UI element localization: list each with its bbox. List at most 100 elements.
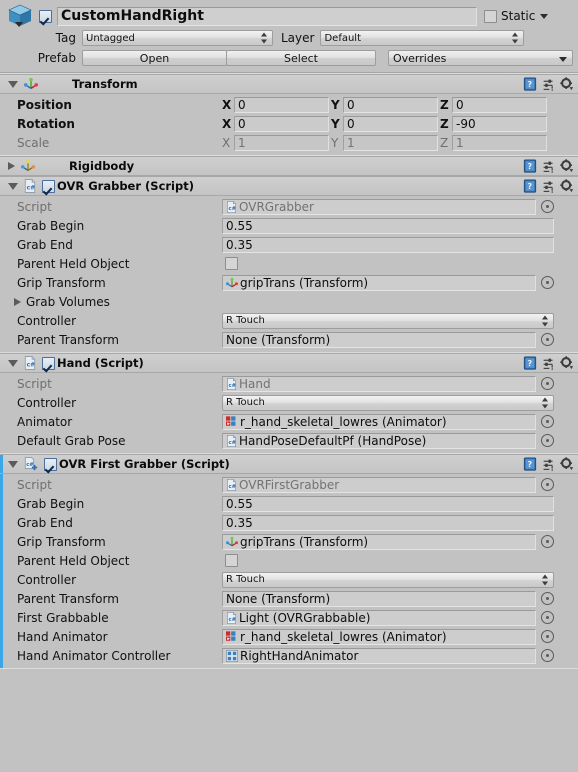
object-picker-button[interactable] [541, 434, 554, 447]
component-foldout-transform[interactable] [8, 80, 18, 88]
dropdown-controller[interactable]: R Touch [222, 394, 554, 411]
object-picker-button[interactable] [541, 415, 554, 428]
component-foldout-rigidbody[interactable] [8, 162, 15, 170]
object-field-parent-transform[interactable]: None (Transform) [222, 590, 536, 607]
object-picker-button[interactable] [541, 592, 554, 605]
component-body-ovr-first-grabber: Script OVRFirstGrabber Grab Begin 0.55 Grab … [0, 474, 578, 668]
component-accent-bar-body [0, 474, 3, 668]
prefab-overrides-dropdown[interactable]: Overrides [388, 50, 573, 66]
object-field-script[interactable]: OVRGrabber [222, 198, 536, 215]
static-checkbox[interactable] [484, 9, 497, 23]
object-picker-button[interactable] [541, 478, 554, 491]
object-picker-button[interactable] [541, 200, 554, 213]
component-enabled-checkbox-ovr-grabber[interactable] [42, 179, 55, 193]
component-foldout-ovr-grabber[interactable] [8, 182, 18, 190]
script-icon [226, 479, 237, 491]
component-enabled-checkbox-hand[interactable] [42, 356, 55, 370]
component-foldout-hand[interactable] [8, 359, 18, 367]
component-enabled-checkbox-ovr-first-grabber[interactable] [44, 457, 57, 471]
text-input-grab-end[interactable]: 0.35 [222, 236, 554, 253]
property-label: Grab Volumes [26, 294, 110, 309]
component-header-rigidbody[interactable]: Rigidbody [0, 156, 578, 176]
preset-icon[interactable] [542, 357, 555, 370]
cube-icon[interactable] [7, 3, 33, 29]
property-label: Parent Transform [17, 332, 119, 347]
tag-dropdown[interactable]: Untagged [82, 30, 273, 46]
object-picker-button[interactable] [541, 649, 554, 662]
object-picker-button[interactable] [541, 535, 554, 548]
gear-icon[interactable] [560, 179, 574, 193]
object-field-script[interactable]: OVRFirstGrabber [222, 476, 536, 493]
gameobject-enabled-checkbox[interactable] [39, 9, 52, 23]
help-icon[interactable] [523, 457, 537, 471]
property-label-cell: Grab Begin [0, 497, 222, 511]
vector3-input-z[interactable]: 1 [452, 134, 547, 151]
component-header-transform[interactable]: Transform [0, 74, 578, 94]
object-field-value: HandPoseDefaultPf (HandPose) [239, 433, 427, 448]
component-foldout-ovr-first-grabber[interactable] [8, 460, 18, 468]
property-row-script: Script OVRFirstGrabber [0, 475, 578, 494]
object-field-animator[interactable]: r_hand_skeletal_lowres (Animator) [222, 413, 536, 430]
vector3-input-x[interactable]: 0 [234, 96, 329, 113]
help-icon[interactable] [523, 77, 537, 91]
object-picker-button[interactable] [541, 630, 554, 643]
object-field-script[interactable]: Hand [222, 375, 536, 392]
vector3-axis-x: X0 [222, 115, 331, 132]
component-title-ovr-first-grabber: OVR First Grabber (Script) [59, 457, 230, 471]
object-picker-button[interactable] [541, 276, 554, 289]
vector3-input-x[interactable]: 0 [234, 115, 329, 132]
layer-dropdown[interactable]: Default [320, 30, 525, 46]
preset-icon[interactable] [542, 78, 555, 91]
object-field-value: OVRGrabber [239, 199, 314, 214]
component-header-ovr-grabber[interactable]: OVR Grabber (Script) [0, 176, 578, 196]
property-label: Grab Begin [17, 496, 85, 511]
prefab-label: Prefab [37, 51, 76, 65]
gear-icon[interactable] [560, 77, 574, 91]
dropdown-controller[interactable]: R Touch [222, 312, 554, 329]
gear-icon[interactable] [560, 159, 574, 173]
object-picker-button[interactable] [541, 377, 554, 390]
field-value: 0.35 [226, 515, 253, 530]
dropdown-controller[interactable]: R Touch [222, 571, 554, 588]
vector3-input-x[interactable]: 1 [234, 134, 329, 151]
object-field-hand-animator[interactable]: r_hand_skeletal_lowres (Animator) [222, 628, 536, 645]
foldout-arrow[interactable] [14, 297, 21, 306]
object-field-hand-animator-controller[interactable]: RightHandAnimator [222, 647, 536, 664]
gear-icon[interactable] [560, 356, 574, 370]
layer-label: Layer [281, 31, 315, 45]
text-input-grab-end[interactable]: 0.35 [222, 514, 554, 531]
prefab-open-button[interactable]: Open [82, 50, 227, 66]
gameobject-name-input[interactable]: CustomHandRight [57, 6, 477, 26]
component-header-ovr-first-grabber[interactable]: OVR First Grabber (Script) [0, 454, 578, 474]
checkbox-parent-held-object[interactable] [225, 257, 238, 270]
help-icon[interactable] [523, 356, 537, 370]
axis-label-x: X [222, 135, 231, 150]
text-input-grab-begin[interactable]: 0.55 [222, 217, 554, 234]
vector3-input-z[interactable]: -90 [452, 115, 547, 132]
gear-icon[interactable] [560, 457, 574, 471]
preset-icon[interactable] [542, 458, 555, 471]
property-label-cell: Parent Held Object [0, 257, 222, 271]
help-icon[interactable] [523, 159, 537, 173]
object-field-default-grab-pose[interactable]: HandPoseDefaultPf (HandPose) [222, 432, 536, 449]
preset-icon[interactable] [542, 160, 555, 173]
object-field-value: OVRFirstGrabber [239, 477, 340, 492]
vector3-input-y[interactable]: 1 [343, 134, 438, 151]
object-field-grip-transform[interactable]: gripTrans (Transform) [222, 533, 536, 550]
vector3-value-z: -90 [456, 116, 476, 131]
static-dropdown-arrow[interactable] [540, 13, 549, 19]
object-field-parent-transform[interactable]: None (Transform) [222, 331, 536, 348]
text-input-grab-begin[interactable]: 0.55 [222, 495, 554, 512]
checkbox-parent-held-object[interactable] [225, 554, 238, 567]
vector3-input-z[interactable]: 0 [452, 96, 547, 113]
object-picker-button[interactable] [541, 333, 554, 346]
object-field-first-grabbable[interactable]: Light (OVRGrabbable) [222, 609, 536, 626]
object-field-grip-transform[interactable]: gripTrans (Transform) [222, 274, 536, 291]
vector3-input-y[interactable]: 0 [343, 115, 438, 132]
help-icon[interactable] [523, 179, 537, 193]
vector3-input-y[interactable]: 0 [343, 96, 438, 113]
object-picker-button[interactable] [541, 611, 554, 624]
component-header-hand[interactable]: Hand (Script) [0, 353, 578, 373]
preset-icon[interactable] [542, 180, 555, 193]
prefab-select-button[interactable]: Select [226, 50, 376, 66]
